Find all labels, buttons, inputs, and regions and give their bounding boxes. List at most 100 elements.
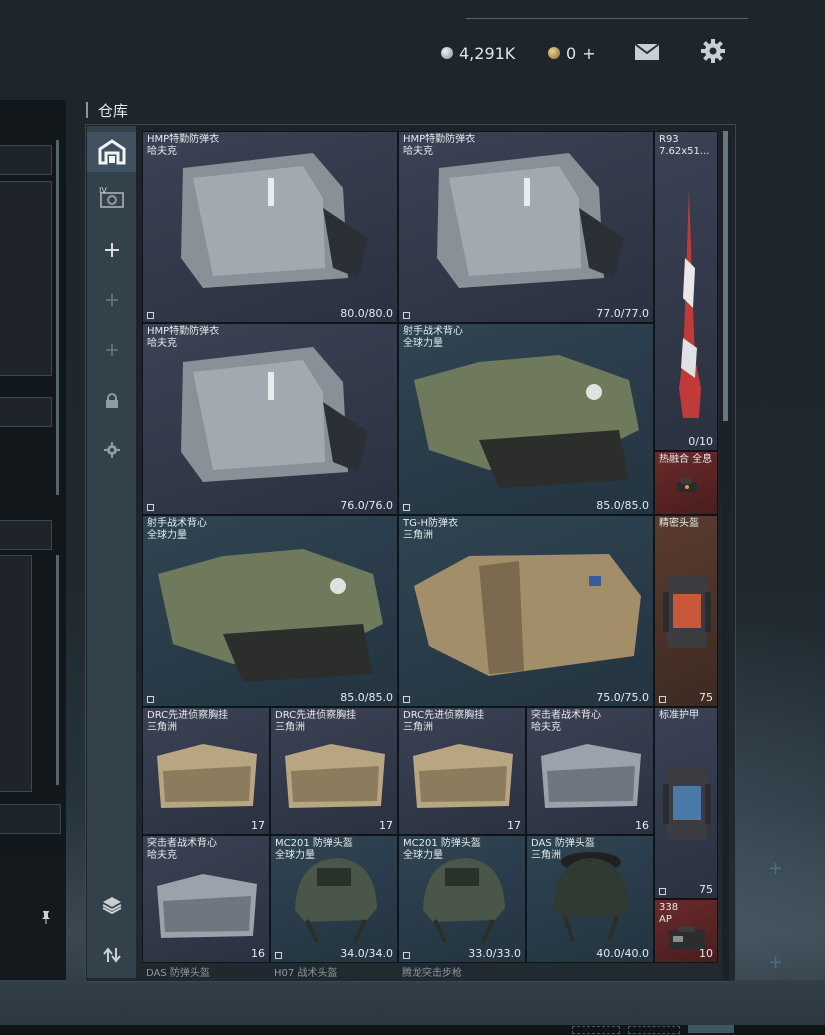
plus-icon xyxy=(105,344,118,356)
left-panel-scrollbar[interactable] xyxy=(56,140,59,495)
left-panel-field[interactable] xyxy=(0,397,52,427)
item-tag-icon xyxy=(659,696,666,703)
item-tag-icon xyxy=(403,504,410,511)
silver-coin-icon xyxy=(441,47,453,59)
gold-currency[interactable]: 0 + xyxy=(548,40,596,66)
bottom-button[interactable] xyxy=(688,1025,734,1033)
item-cell[interactable]: 338 AP 10 xyxy=(654,899,718,963)
gold-add-button[interactable]: + xyxy=(582,44,595,63)
body-armor-icon xyxy=(181,153,368,288)
item-capacity: 17 xyxy=(251,819,265,832)
item-name: HMP特勤防弹衣 xyxy=(147,326,220,337)
item-name: 标准护甲 xyxy=(659,710,699,721)
bottom-button[interactable] xyxy=(572,1026,620,1034)
item-name: DRC先进侦察胸挂 xyxy=(147,710,229,721)
item-durability: 33.0/33.0 xyxy=(468,947,521,960)
item-cell[interactable]: MC201 防弹头盔 全球力量 34.0/34.0 xyxy=(270,835,398,963)
sidebar-add-slot-disabled xyxy=(87,330,136,370)
warehouse-title-text: 仓库 xyxy=(98,101,129,120)
item-tag-icon xyxy=(147,696,154,703)
item-faction: 哈夫克 xyxy=(531,722,561,733)
mail-icon[interactable] xyxy=(634,42,660,62)
warehouse-item-grid: HMP特勤防弹衣 哈夫克 80.0/80.0 HMP特勤防弹衣 哈夫克 77.0… xyxy=(142,131,718,980)
item-cell[interactable]: 射手战术背心 全球力量 85.0/85.0 xyxy=(142,515,398,707)
left-panel-field[interactable] xyxy=(0,145,52,175)
sidebar-tab-warehouse[interactable] xyxy=(87,132,136,172)
item-cell[interactable]: DRC先进侦察胸挂 三角洲 17 xyxy=(270,707,398,835)
item-tag-icon xyxy=(147,504,154,511)
chest-rig-icon xyxy=(285,744,385,808)
sidebar-add-slot[interactable] xyxy=(87,230,136,270)
sidebar-lock[interactable] xyxy=(87,381,136,421)
left-panel-field[interactable] xyxy=(0,520,52,550)
item-cell[interactable]: R93 7.62x51... 0/10 xyxy=(654,131,718,451)
item-cell[interactable]: 突击者战术背心 哈夫克 16 xyxy=(142,835,270,963)
silver-amount: 4,291K xyxy=(459,43,516,63)
left-side-panel xyxy=(0,100,66,980)
item-name: 射手战术背心 xyxy=(403,326,463,337)
item-cell[interactable]: 射手战术背心 全球力量 85.0/85.0 xyxy=(398,323,654,515)
title-accent-bar xyxy=(86,102,88,118)
left-panel-list[interactable] xyxy=(0,181,52,376)
item-cell[interactable]: DRC先进侦察胸挂 三角洲 17 xyxy=(398,707,526,835)
item-durability: 75 xyxy=(699,691,713,704)
item-name: 精密头盔 xyxy=(659,518,699,529)
item-cell[interactable]: DAS 防弹头盔 三角洲 40.0/40.0 xyxy=(526,835,654,963)
item-cell[interactable]: TG-H防弹衣 三角洲 75.0/75.0 xyxy=(398,515,654,707)
transfer-icon xyxy=(102,947,121,963)
item-faction: 三角洲 xyxy=(147,722,177,733)
item-name: DRC先进侦察胸挂 xyxy=(403,710,485,721)
tactical-vest-icon xyxy=(157,874,257,938)
left-panel-list[interactable] xyxy=(0,555,32,792)
left-panel-scrollbar[interactable] xyxy=(56,555,59,785)
item-name: HMP特勤防弹衣 xyxy=(403,134,476,145)
warehouse-sidebar: IV xyxy=(87,126,136,978)
item-faction: 三角洲 xyxy=(403,530,433,541)
item-durability: 85.0/85.0 xyxy=(340,691,393,704)
sidebar-layers[interactable] xyxy=(87,885,136,925)
item-tag-icon xyxy=(403,696,410,703)
item-cell[interactable]: 标准护甲 75 xyxy=(654,707,718,899)
item-durability: 75 xyxy=(699,883,713,896)
item-durability: 85.0/85.0 xyxy=(596,499,649,512)
item-cell[interactable]: MC201 防弹头盔 全球力量 33.0/33.0 xyxy=(398,835,526,963)
item-durability: 40.0/40.0 xyxy=(596,947,649,960)
silver-currency[interactable]: 4,291K xyxy=(441,40,515,66)
item-cell[interactable]: 突击者战术背心 哈夫克 16 xyxy=(526,707,654,835)
item-cell[interactable]: HMP特勤防弹衣 哈夫克 80.0/80.0 xyxy=(142,131,398,323)
gold-coin-icon xyxy=(548,47,560,59)
item-cell[interactable]: DRC先进侦察胸挂 三角洲 17 xyxy=(142,707,270,835)
settings-icon xyxy=(103,442,120,458)
pin-icon[interactable] xyxy=(40,910,52,924)
item-faction: 哈夫克 xyxy=(403,146,433,157)
item-durability: 77.0/77.0 xyxy=(596,307,649,320)
left-panel-field[interactable] xyxy=(0,804,61,834)
item-tag-icon xyxy=(659,888,666,895)
item-name: DRC先进侦察胸挂 xyxy=(275,710,357,721)
armor-plate-icon xyxy=(663,768,711,840)
item-name: MC201 防弹头盔 xyxy=(403,838,481,849)
item-cell[interactable]: 热融合 全息 xyxy=(654,451,718,515)
item-name: 热融合 全息 xyxy=(659,454,713,465)
item-stack-count: 10 xyxy=(699,947,713,960)
sidebar-tab-expansion-case[interactable]: IV xyxy=(87,178,136,218)
sidebar-transfer[interactable] xyxy=(87,935,136,975)
lock-icon xyxy=(105,393,118,408)
item-faction: 全球力量 xyxy=(147,530,187,541)
item-capacity: 17 xyxy=(507,819,521,832)
grid-scrollbar-thumb[interactable] xyxy=(723,131,728,421)
sidebar-settings[interactable] xyxy=(87,430,136,470)
item-faction: 全球力量 xyxy=(403,850,443,861)
item-cell[interactable]: HMP特勤防弹衣 哈夫克 77.0/77.0 xyxy=(398,131,654,323)
item-tag-icon xyxy=(275,952,282,959)
item-name: 338 xyxy=(659,902,679,913)
bottom-button[interactable] xyxy=(628,1026,680,1034)
item-cell[interactable]: HMP特勤防弹衣 哈夫克 76.0/76.0 xyxy=(142,323,398,515)
item-ammo-type: AP xyxy=(659,914,672,925)
body-armor-icon xyxy=(414,554,641,676)
gear-icon[interactable] xyxy=(700,38,726,64)
armor-plate-icon xyxy=(663,576,711,648)
next-row-item-label: 腾龙突击步枪 xyxy=(402,968,462,979)
helmet-icon xyxy=(295,858,377,943)
item-cell[interactable]: 精密头盔 75 xyxy=(654,515,718,707)
